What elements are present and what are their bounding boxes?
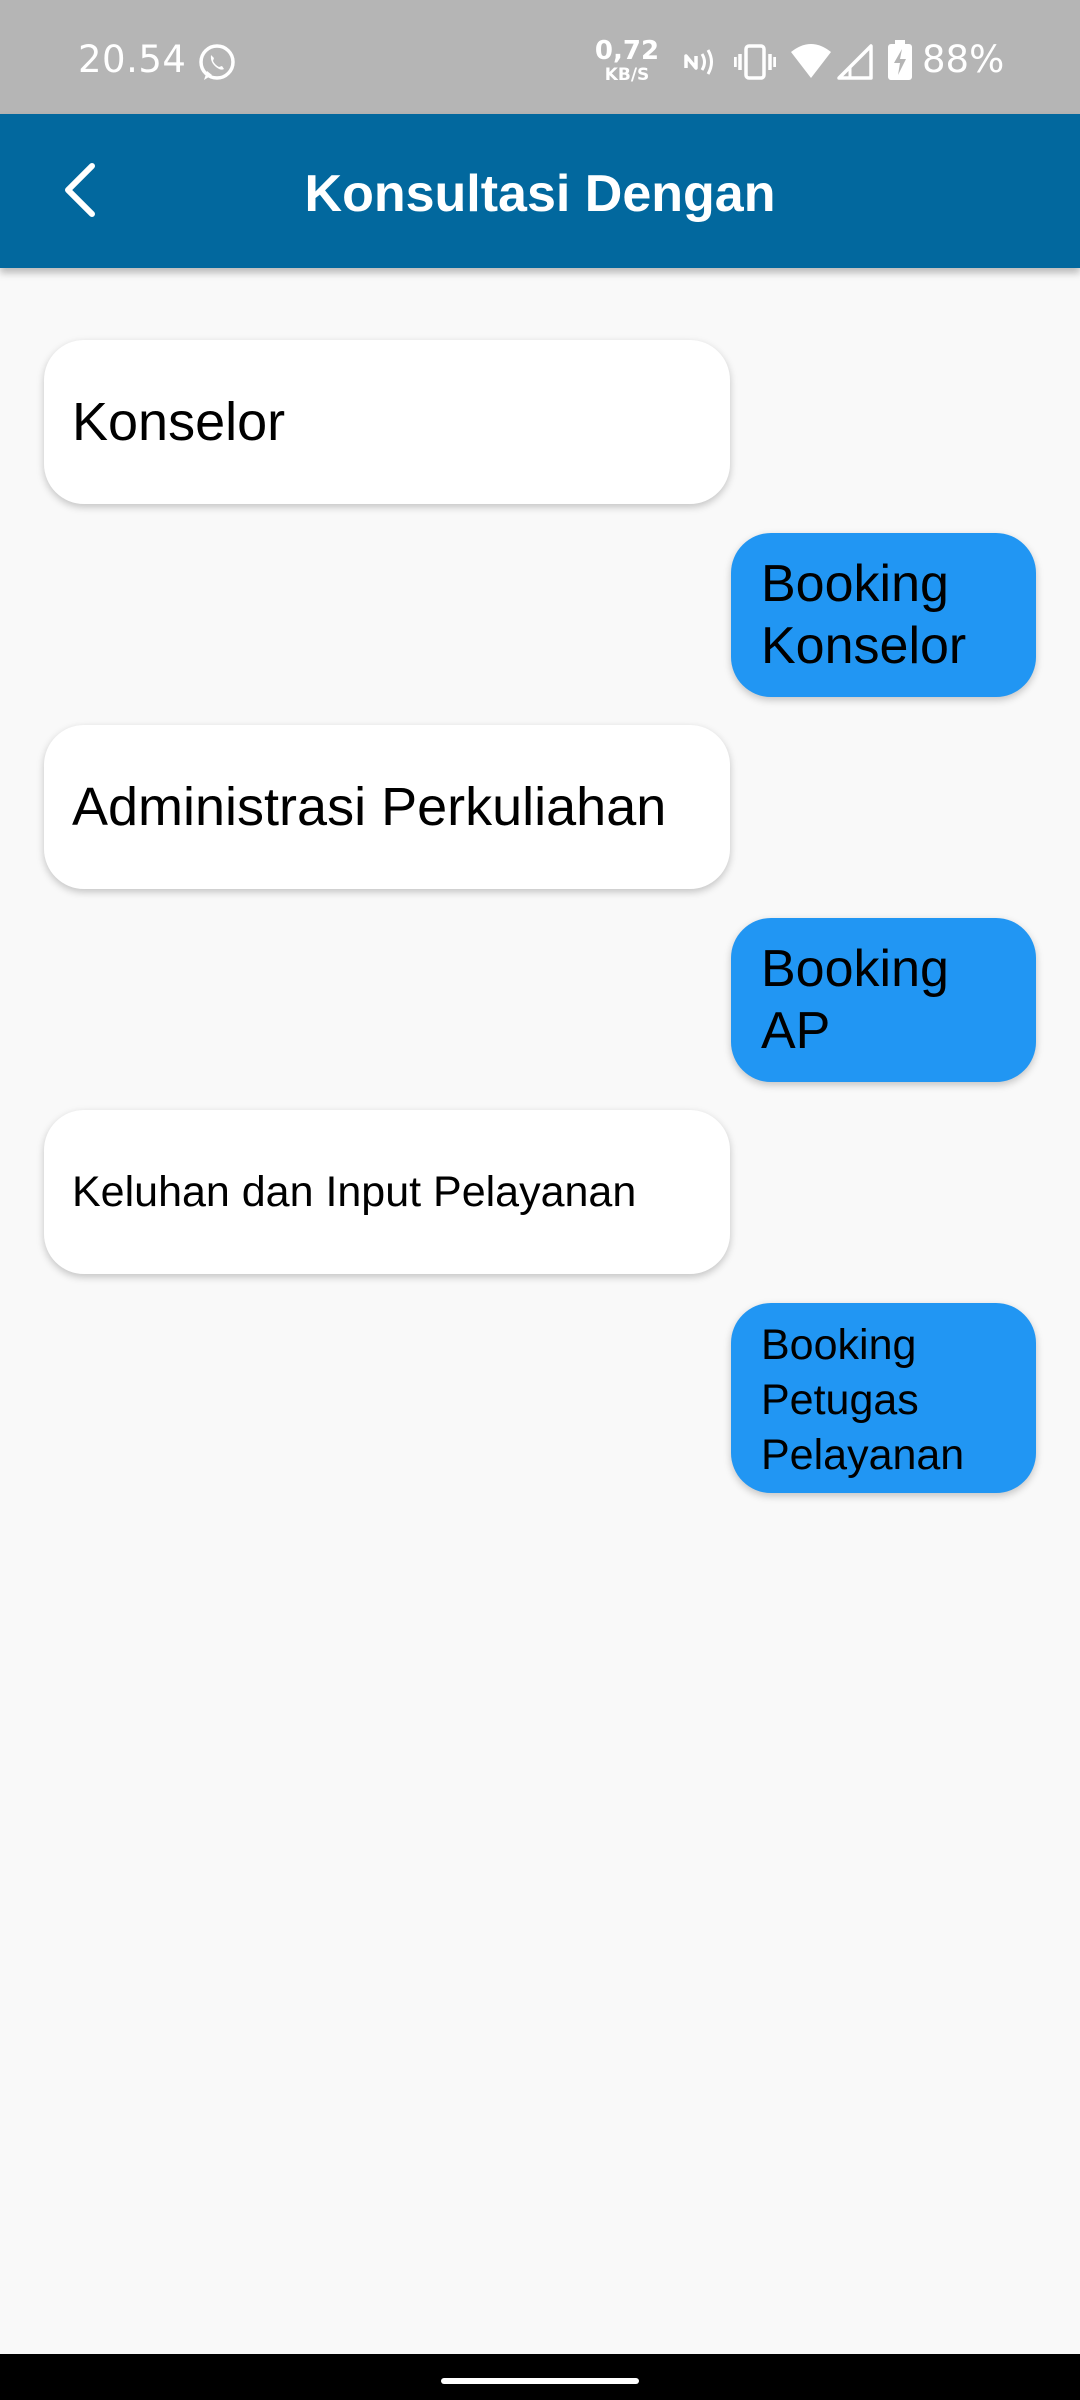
category-card-konselor[interactable]: Konselor xyxy=(44,340,730,504)
booking-konselor-button[interactable]: Booking Konselor xyxy=(731,533,1036,697)
signal-icon xyxy=(836,42,874,87)
booking-label: Booking Petugas Pelayanan xyxy=(761,1321,965,1479)
whatsapp-icon xyxy=(196,42,238,84)
booking-label: Booking Konselor xyxy=(761,555,967,675)
status-time: 20.54 xyxy=(78,38,187,81)
booking-ap-button[interactable]: Booking AP xyxy=(731,918,1036,1082)
booking-petugas-pelayanan-button[interactable]: Booking Petugas Pelayanan xyxy=(731,1303,1036,1493)
category-card-administrasi-perkuliahan[interactable]: Administrasi Perkuliahan xyxy=(44,725,730,889)
category-label: Keluhan dan Input Pelayanan xyxy=(72,1167,637,1216)
nfc-icon xyxy=(682,42,718,87)
network-speed: 0,72 KB/S xyxy=(592,38,662,84)
page-title: Konsultasi Dengan xyxy=(304,165,776,223)
status-bar: 20.54 0,72 KB/S 88% xyxy=(0,0,1080,114)
system-navigation-bar xyxy=(0,2354,1080,2400)
battery-percent: 88% xyxy=(922,38,1005,81)
battery-charging-icon xyxy=(888,40,912,85)
network-speed-unit: KB/S xyxy=(604,65,650,85)
app-bar: Konsultasi Dengan xyxy=(0,114,1080,268)
home-indicator[interactable] xyxy=(441,2378,639,2384)
category-label: Konselor xyxy=(72,392,286,452)
wifi-icon xyxy=(790,42,832,87)
vibrate-icon xyxy=(733,42,777,87)
category-card-keluhan-dan-input-pelayanan[interactable]: Keluhan dan Input Pelayanan xyxy=(44,1110,730,1274)
category-label: Administrasi Perkuliahan xyxy=(72,777,667,837)
booking-label: Booking AP xyxy=(761,940,949,1060)
network-speed-value: 0,72 xyxy=(594,36,660,66)
